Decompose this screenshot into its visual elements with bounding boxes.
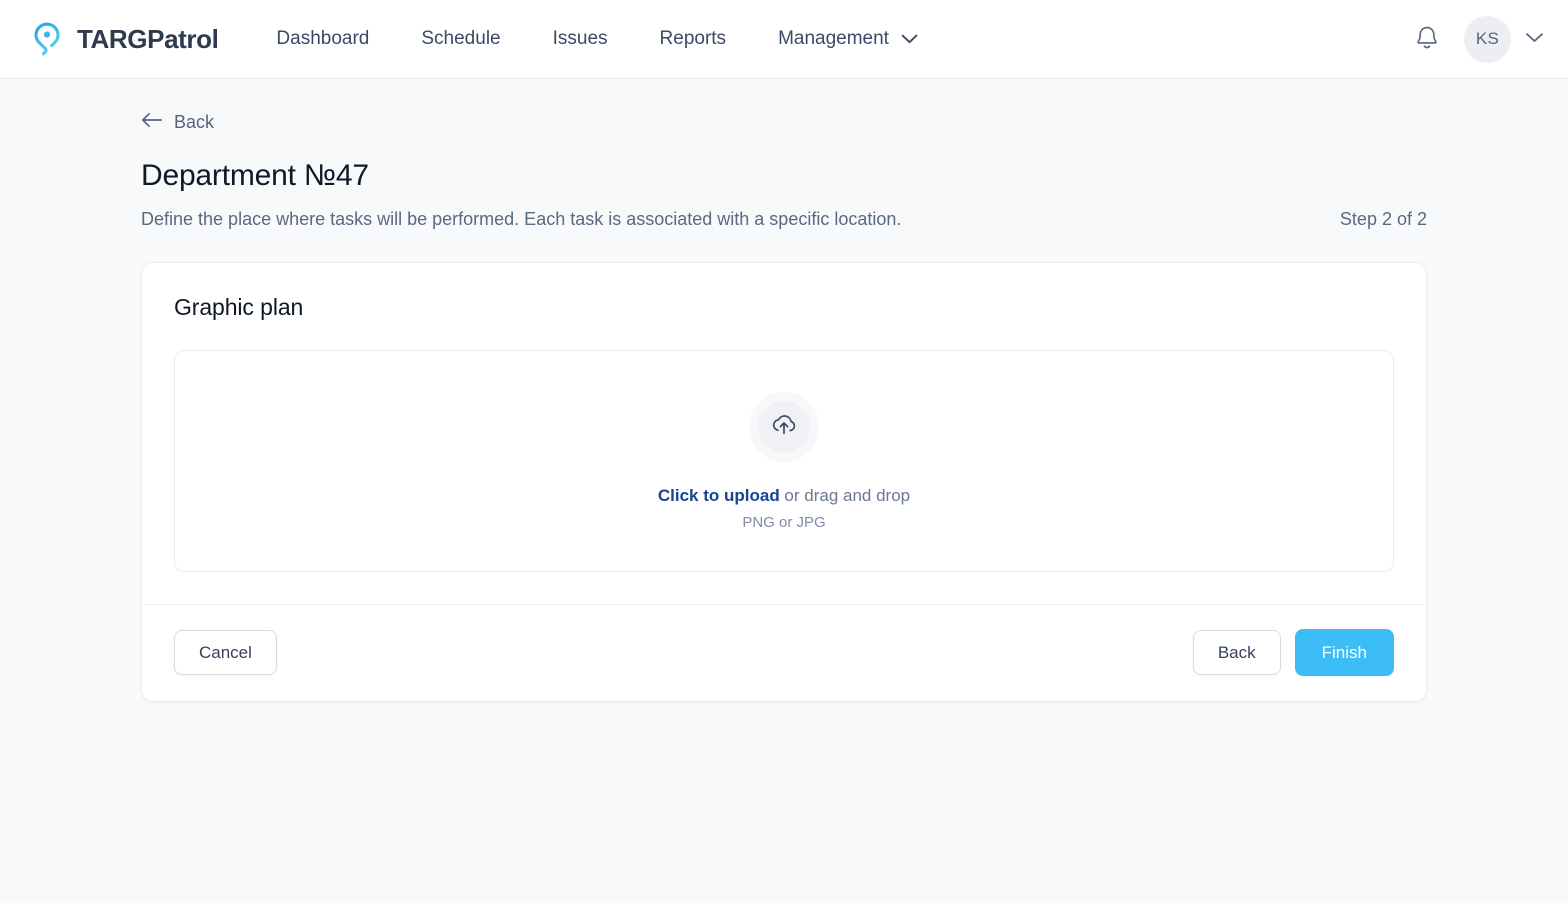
page-container: Back Department №47 Define the place whe… (141, 112, 1427, 702)
nav-link-dashboard[interactable]: Dashboard (250, 18, 395, 60)
step-indicator: Step 2 of 2 (1339, 209, 1427, 229)
nav-link-management-label: Management (778, 28, 889, 49)
back-link-label: Back (174, 112, 215, 132)
nav-right-cluster: KS (1410, 15, 1544, 63)
page-content: Back Department №47 Define the place whe… (0, 79, 1568, 702)
user-menu[interactable]: KS (1464, 15, 1544, 63)
dropzone-action-text[interactable]: Click to upload (658, 486, 780, 505)
avatar-initials: KS (1475, 29, 1500, 48)
cancel-button[interactable]: Cancel (174, 630, 277, 675)
avatar: KS (1464, 15, 1511, 63)
dropzone-hint: PNG or JPG (742, 513, 826, 531)
dropzone-rest-text: or drag and drop (779, 485, 911, 505)
location-pin-icon (28, 20, 66, 58)
nav-link-issues-label: Issues (552, 28, 608, 49)
nav-link-management[interactable]: Management (752, 18, 944, 60)
card-heading: Graphic plan (174, 294, 304, 320)
upload-badge (749, 391, 819, 462)
nav-link-schedule[interactable]: Schedule (395, 18, 526, 60)
bell-icon (1414, 23, 1440, 56)
top-navigation-bar: TARGPatrol Dashboard Schedule Issues Rep… (0, 0, 1568, 79)
card-footer: Cancel Back Finish (142, 605, 1426, 701)
brand-name: TARGPatrol (77, 23, 219, 54)
chevron-down-icon (1525, 30, 1544, 48)
nav-link-issues[interactable]: Issues (527, 18, 634, 60)
nav-link-reports-label: Reports (659, 28, 727, 49)
graphic-plan-card: Graphic plan Click to upload or drag and… (141, 262, 1427, 702)
nav-link-dashboard-label: Dashboard (276, 28, 370, 49)
dropzone-primary-text: Click to upload or drag and drop (658, 486, 910, 506)
finish-button[interactable]: Finish (1294, 629, 1394, 676)
back-link[interactable]: Back (141, 112, 214, 133)
primary-nav: Dashboard Schedule Issues Reports Manage… (250, 18, 944, 60)
upload-badge-inner (758, 400, 810, 453)
cloud-upload-icon (771, 412, 797, 441)
arrow-left-icon (141, 112, 163, 133)
brand-logo[interactable]: TARGPatrol (28, 20, 219, 58)
card-body: Graphic plan Click to upload or drag and… (142, 263, 1426, 604)
back-button[interactable]: Back (1192, 630, 1281, 675)
subtitle-row: Define the place where tasks will be per… (141, 209, 1427, 230)
chevron-down-icon (901, 28, 918, 50)
file-dropzone[interactable]: Click to upload or drag and drop PNG or … (174, 350, 1394, 572)
page-title: Department №47 (141, 159, 369, 192)
nav-link-schedule-label: Schedule (421, 28, 501, 49)
nav-link-reports[interactable]: Reports (634, 18, 753, 60)
notifications-button[interactable] (1410, 22, 1444, 56)
footer-right-actions: Back Finish (1192, 629, 1394, 676)
page-subtitle: Define the place where tasks will be per… (141, 209, 902, 229)
